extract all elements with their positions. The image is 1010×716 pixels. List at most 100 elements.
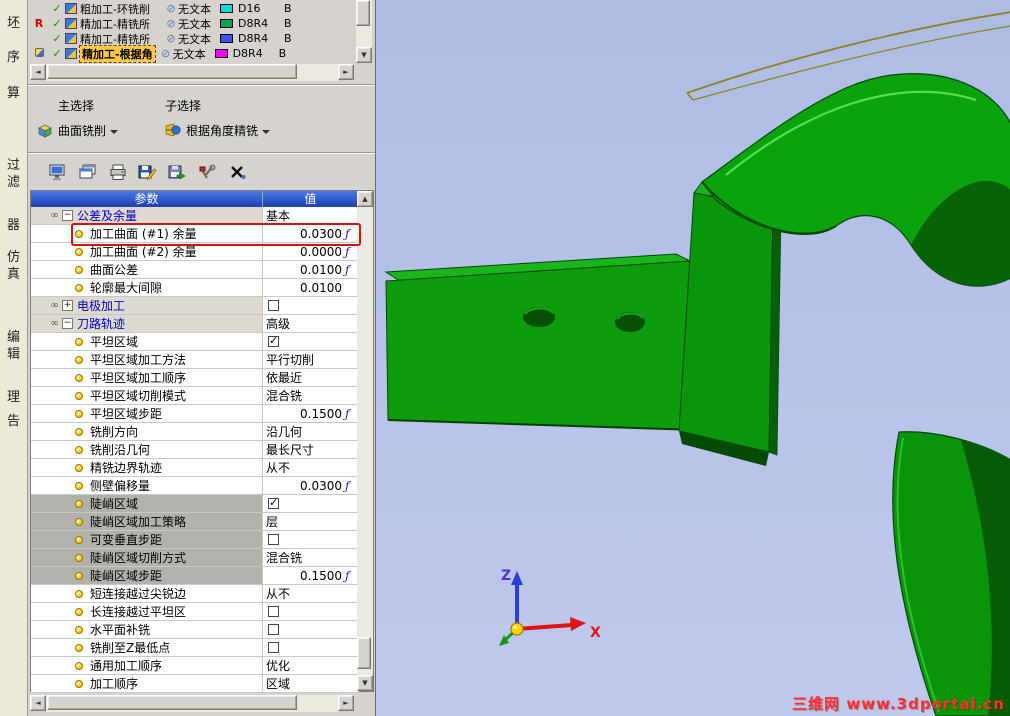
param-value-number[interactable]: 0.0300 [266,479,342,493]
scrollbar-thumb[interactable] [47,695,297,710]
param-row[interactable]: 平坦区域加工方法 平行切削 [31,351,359,369]
side-tab[interactable]: 滤 [7,175,20,190]
param-row[interactable]: 铣削至Z最低点 [31,639,359,657]
collapse-toggle-icon[interactable]: − [62,210,73,221]
collapse-toggle-icon[interactable]: + [62,300,73,311]
param-row[interactable]: 平坦区域切削模式 混合铣 [31,387,359,405]
main-selector-combo[interactable]: 曲面铣削 [36,118,158,142]
param-checkbox[interactable] [268,496,279,509]
param-group-row[interactable]: ∞ − 刀路轨迹 高级 [31,315,359,333]
param-value[interactable]: 最长尺寸 [266,441,314,458]
param-row[interactable]: 陡峭区域切削方式 混合铣 [31,549,359,567]
param-row[interactable]: 长连接越过平坦区 [31,603,359,621]
param-group-row[interactable]: ∞ + 电极加工 [31,297,359,315]
param-value[interactable]: 基本 [266,207,290,224]
side-tab[interactable]: 过 [7,158,20,173]
printer-icon[interactable] [106,162,129,183]
param-value-number[interactable]: 0.1500 [266,407,342,421]
param-row[interactable]: 平坦区域加工顺序 依最近 [31,369,359,387]
side-tab[interactable]: 真 [7,267,20,282]
display-icon[interactable] [46,162,69,183]
side-tab[interactable]: 仿 [7,250,20,265]
param-checkbox[interactable] [268,642,279,653]
param-value-number[interactable]: 0.0100 [266,263,342,277]
side-tab[interactable]: 坯 [7,16,20,31]
param-value[interactable]: 区域 [266,675,290,692]
delete-icon[interactable] [226,162,249,183]
param-row[interactable]: 加工顺序 区域 [31,675,359,693]
save-edit-icon[interactable] [136,162,159,183]
param-value[interactable]: 从不 [266,585,290,602]
side-tab[interactable]: 理 [7,390,20,405]
param-value-number[interactable]: 0.0100 [266,281,342,295]
param-checkbox[interactable] [268,300,279,311]
operation-name[interactable]: 粗加工-环铣削 [80,1,164,17]
param-row[interactable]: 铣削方向 沿几何 [31,423,359,441]
param-row[interactable]: 加工曲面 (#1) 余量 0.0300 ƒ [31,225,359,243]
param-row[interactable]: 侧壁偏移量 0.0300 ƒ [31,477,359,495]
param-value-number[interactable]: 0.0000 [266,245,342,259]
param-row[interactable]: 轮廓最大间隙 0.0100 [31,279,359,297]
scrollbar-thumb[interactable] [357,637,371,669]
collapse-toggle-icon[interactable]: − [62,318,73,329]
operation-name[interactable]: 精加工-精铣所 [80,16,164,32]
param-column-header[interactable]: 参数 [31,191,263,207]
scroll-right-icon[interactable]: ► [338,64,354,80]
parameters-vertical-scrollbar[interactable]: ▲ ▼ [357,191,373,691]
scrollbar-thumb[interactable] [47,64,297,79]
side-tab[interactable]: 编 [7,330,20,345]
param-checkbox[interactable] [268,334,279,347]
param-row[interactable]: 陡峭区域 [31,495,359,513]
scroll-up-icon[interactable]: ▲ [357,191,373,207]
operation-row[interactable]: ✓ 精加工-精铣所 ⊘ 无文本 D8R4 B [28,31,354,46]
param-value[interactable]: 高级 [266,315,290,332]
param-value-number[interactable]: 0.0300 [266,227,342,241]
param-row[interactable]: 水平面补铣 [31,621,359,639]
param-value[interactable]: 混合铣 [266,549,302,566]
param-row[interactable]: 可变垂直步距 [31,531,359,549]
param-value[interactable]: 沿几何 [266,423,302,440]
param-row[interactable]: 加工曲面 (#2) 余量 0.0000 ƒ [31,243,359,261]
scroll-left-icon[interactable]: ◄ [30,695,46,711]
param-row[interactable]: 短连接越过尖锐边 从不 [31,585,359,603]
param-value-number[interactable]: 0.1500 [266,569,342,583]
param-value[interactable]: 平行切削 [266,351,314,368]
tools-icon[interactable] [196,162,219,183]
side-tab[interactable]: 算 [7,86,20,101]
operations-vertical-scrollbar[interactable]: ▼ [356,0,372,63]
param-group-row[interactable]: ∞ − 公差及余量 基本 [31,207,359,225]
scroll-down-icon[interactable]: ▼ [356,47,372,63]
scroll-left-icon[interactable]: ◄ [30,64,46,80]
param-row[interactable]: 曲面公差 0.0100 ƒ [31,261,359,279]
operation-name[interactable]: 精加工-精铣所 [80,31,164,47]
param-row[interactable]: 平坦区域 [31,333,359,351]
scrollbar-thumb[interactable] [356,0,370,26]
param-value[interactable]: 层 [266,513,278,530]
sub-selector-combo[interactable]: 根据角度精铣 [164,118,324,142]
param-value[interactable]: 依最近 [266,369,302,386]
param-checkbox[interactable] [268,534,279,545]
side-tab[interactable]: 辑 [7,347,20,362]
param-row[interactable]: 精铣边界轨迹 从不 [31,459,359,477]
side-tab[interactable]: 序 [7,50,20,65]
param-row[interactable]: 通用加工顺序 优化 [31,657,359,675]
scroll-right-icon[interactable]: ► [338,695,354,711]
param-value[interactable]: 优化 [266,657,290,674]
param-row[interactable]: 陡峭区域加工策略 层 [31,513,359,531]
side-tab[interactable]: 告 [7,414,20,429]
value-column-header[interactable]: 值 [263,191,358,207]
copy-window-icon[interactable] [76,162,99,183]
param-row[interactable]: 铣削沿几何 最长尺寸 [31,441,359,459]
save-export-icon[interactable] [166,162,189,183]
param-row[interactable]: 陡峭区域步距 0.1500 ƒ [31,567,359,585]
parameters-horizontal-scrollbar[interactable]: ◄ ► [30,695,354,712]
param-checkbox[interactable] [268,606,279,617]
operation-name[interactable]: 精加工-根据角 [79,44,156,63]
param-value[interactable]: 从不 [266,459,290,476]
operation-row-selected[interactable]: ✓ 精加工-根据角 ⊘ 无文本 D8R4 B [28,44,354,63]
scroll-down-icon[interactable]: ▼ [357,675,373,691]
param-checkbox[interactable] [268,624,279,635]
side-tab[interactable]: 器 [7,218,20,233]
viewport-3d[interactable]: Z X 三维网 www.3dportal.cn [375,0,1010,716]
operation-row[interactable]: R ✓ 精加工-精铣所 ⊘ 无文本 D8R4 B [28,16,354,31]
